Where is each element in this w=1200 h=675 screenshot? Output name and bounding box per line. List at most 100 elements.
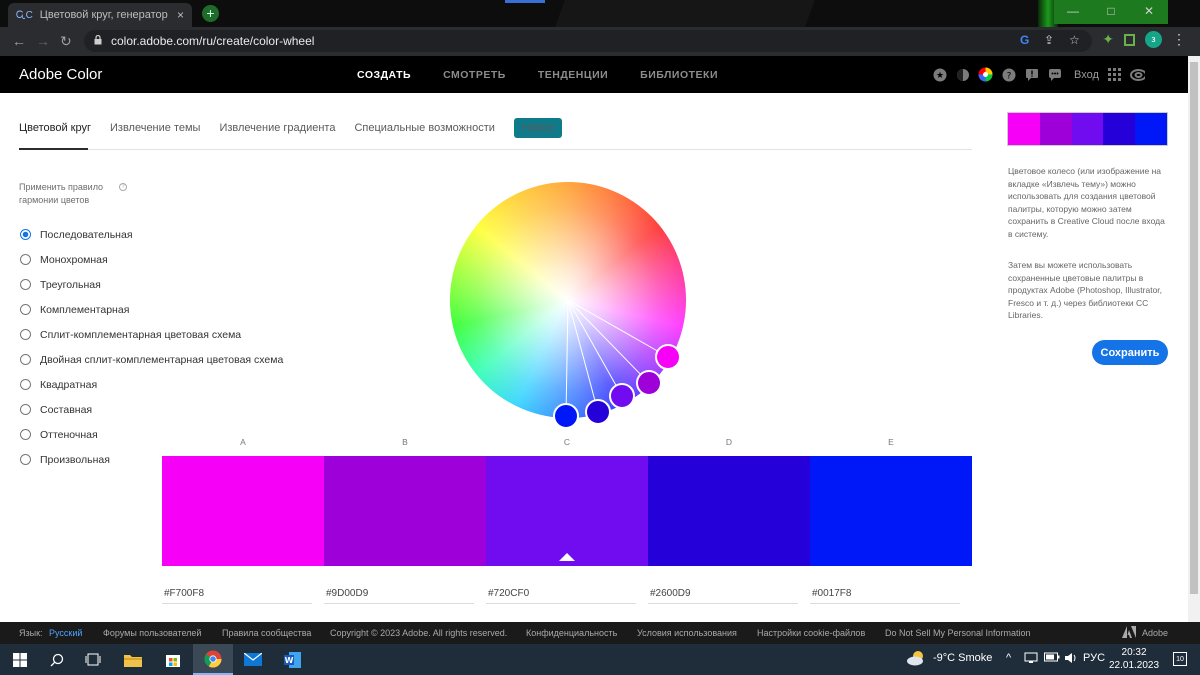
radio-button[interactable] (20, 229, 31, 240)
creative-cloud-icon[interactable] (1129, 67, 1145, 82)
footer-link[interactable]: Условия использования (637, 628, 737, 638)
adobe-logo-icon[interactable] (1122, 626, 1136, 640)
radio-button[interactable] (20, 279, 31, 290)
chrome-taskbar-icon[interactable] (193, 644, 233, 675)
help-icon[interactable]: ? (1001, 67, 1016, 82)
omnibox[interactable]: color.adobe.com/ru/create/color-wheel G … (84, 30, 1092, 52)
radio-button[interactable] (20, 329, 31, 340)
radio-button[interactable] (20, 304, 31, 315)
color-handle-d[interactable] (585, 399, 611, 425)
hex-field[interactable]: #720CF0 (486, 584, 648, 604)
feedback-icon[interactable] (1024, 67, 1039, 82)
forward-arrow-icon[interactable]: → (36, 33, 50, 49)
word-icon[interactable]: W (272, 644, 312, 675)
tab-extract-theme[interactable]: Извлечение темы (110, 122, 200, 134)
bookmark-star-icon[interactable]: ☆ (1069, 33, 1080, 47)
login-link[interactable]: Вход (1074, 69, 1099, 81)
browser-menu-icon[interactable]: ⋮ (1172, 31, 1186, 48)
window-close-button[interactable]: ✕ (1130, 0, 1168, 24)
color-wheel-icon[interactable] (978, 67, 993, 82)
hex-value[interactable]: #F700F8 (162, 584, 312, 604)
swatch[interactable] (810, 456, 972, 566)
radio-button[interactable] (20, 354, 31, 365)
nav-libraries[interactable]: БИБЛИОТЕКИ (640, 69, 718, 81)
battery-icon[interactable] (1044, 652, 1060, 665)
radio-button[interactable] (20, 429, 31, 440)
back-arrow-icon[interactable]: ← (12, 33, 26, 49)
color-handle-a[interactable] (655, 344, 681, 370)
color-handle-b[interactable] (636, 370, 662, 396)
system-clock[interactable]: 20:32 22.01.2023 (1109, 646, 1159, 672)
hex-value[interactable]: #2600D9 (648, 584, 798, 604)
chat-icon[interactable] (1047, 67, 1062, 82)
save-button[interactable]: Сохранить (1092, 340, 1168, 365)
task-view-icon[interactable] (73, 644, 113, 675)
rule-option[interactable]: Монохромная (20, 247, 283, 272)
search-icon[interactable] (37, 644, 77, 675)
tab-accessibility[interactable]: Специальные возможности (354, 122, 494, 134)
swatch[interactable] (648, 456, 810, 566)
color-handle-c[interactable] (609, 383, 635, 409)
harmony-help-icon[interactable]: ? (119, 183, 127, 191)
nav-trends[interactable]: ТЕНДЕНЦИИ (538, 69, 608, 81)
windows-start-icon[interactable] (0, 644, 40, 675)
adobe-wordmark[interactable]: Adobe (1142, 628, 1168, 638)
hex-field[interactable]: #F700F8 (162, 584, 324, 604)
network-icon[interactable] (1024, 652, 1038, 667)
rule-option[interactable]: Последовательная (20, 222, 283, 247)
rule-option[interactable]: Двойная сплит-комплементарная цветовая с… (20, 347, 283, 372)
browser-tab[interactable]: ᏩC Цветовой круг, генератор цвет × (8, 3, 192, 27)
footer-link[interactable]: Конфиденциальность (526, 628, 617, 638)
store-icon[interactable] (153, 644, 193, 675)
hex-value[interactable]: #9D00D9 (324, 584, 474, 604)
side-panel-icon[interactable] (1124, 33, 1135, 46)
file-explorer-icon[interactable] (113, 644, 153, 675)
rule-option[interactable]: Сплит-комплементарная цветовая схема (20, 322, 283, 347)
nav-create[interactable]: СОЗДАТЬ (357, 69, 411, 81)
color-handle-e[interactable] (553, 403, 579, 429)
extension-puzzle-icon[interactable]: ✦ (1102, 31, 1114, 48)
footer-link[interactable]: Настройки cookie-файлов (757, 628, 865, 638)
window-minimize-button[interactable]: — (1054, 0, 1092, 24)
page-scrollbar[interactable] (1188, 56, 1200, 622)
radio-button[interactable] (20, 404, 31, 415)
swatch[interactable] (324, 456, 486, 566)
footer-link[interactable]: Do Not Sell My Personal Information (885, 628, 1031, 638)
weather-cloud-icon[interactable] (905, 649, 927, 670)
rule-option[interactable]: Комплементарная (20, 297, 283, 322)
tab-close-icon[interactable]: × (177, 8, 184, 22)
mail-icon[interactable] (233, 644, 273, 675)
volume-icon[interactable] (1064, 652, 1078, 667)
input-language[interactable]: РУС (1083, 652, 1105, 664)
tray-chevron-icon[interactable]: ^ (1006, 652, 1011, 664)
radio-button[interactable] (20, 254, 31, 265)
brand-logo[interactable]: Adobe Color (19, 66, 102, 83)
profile-avatar[interactable]: з (1145, 31, 1162, 48)
nav-explore[interactable]: СМОТРЕТЬ (443, 69, 506, 81)
tab-extract-gradient[interactable]: Извлечение градиента (219, 122, 335, 134)
google-lens-icon[interactable]: G (1020, 33, 1029, 47)
language-selector[interactable]: Русский (49, 628, 82, 638)
hex-value[interactable]: #720CF0 (486, 584, 636, 604)
footer-link[interactable]: Правила сообщества (222, 628, 311, 638)
share-icon[interactable]: ⇪ (1044, 33, 1054, 47)
rule-option[interactable]: Треугольная (20, 272, 283, 297)
swatch[interactable] (486, 456, 648, 566)
window-maximize-button[interactable]: □ (1092, 0, 1130, 24)
hex-field[interactable]: #0017F8 (810, 584, 972, 604)
reload-icon[interactable]: ↻ (60, 33, 72, 50)
weather-text[interactable]: -9°C Smoke (933, 652, 992, 664)
apps-grid-icon[interactable] (1107, 67, 1122, 82)
swatch[interactable] (162, 456, 324, 566)
footer-link[interactable]: Форумы пользователей (103, 628, 201, 638)
new-tab-button[interactable]: + (202, 5, 219, 22)
color-wheel[interactable] (450, 182, 686, 429)
radio-button[interactable] (20, 454, 31, 465)
url-text[interactable]: color.adobe.com/ru/create/color-wheel (111, 34, 314, 48)
star-icon[interactable]: ★ (932, 67, 947, 82)
radio-button[interactable] (20, 379, 31, 390)
tab-color-wheel[interactable]: Цветовой круг (19, 122, 91, 134)
hex-field[interactable]: #9D00D9 (324, 584, 486, 604)
hex-value[interactable]: #0017F8 (810, 584, 960, 604)
rule-option[interactable]: Квадратная (20, 372, 283, 397)
